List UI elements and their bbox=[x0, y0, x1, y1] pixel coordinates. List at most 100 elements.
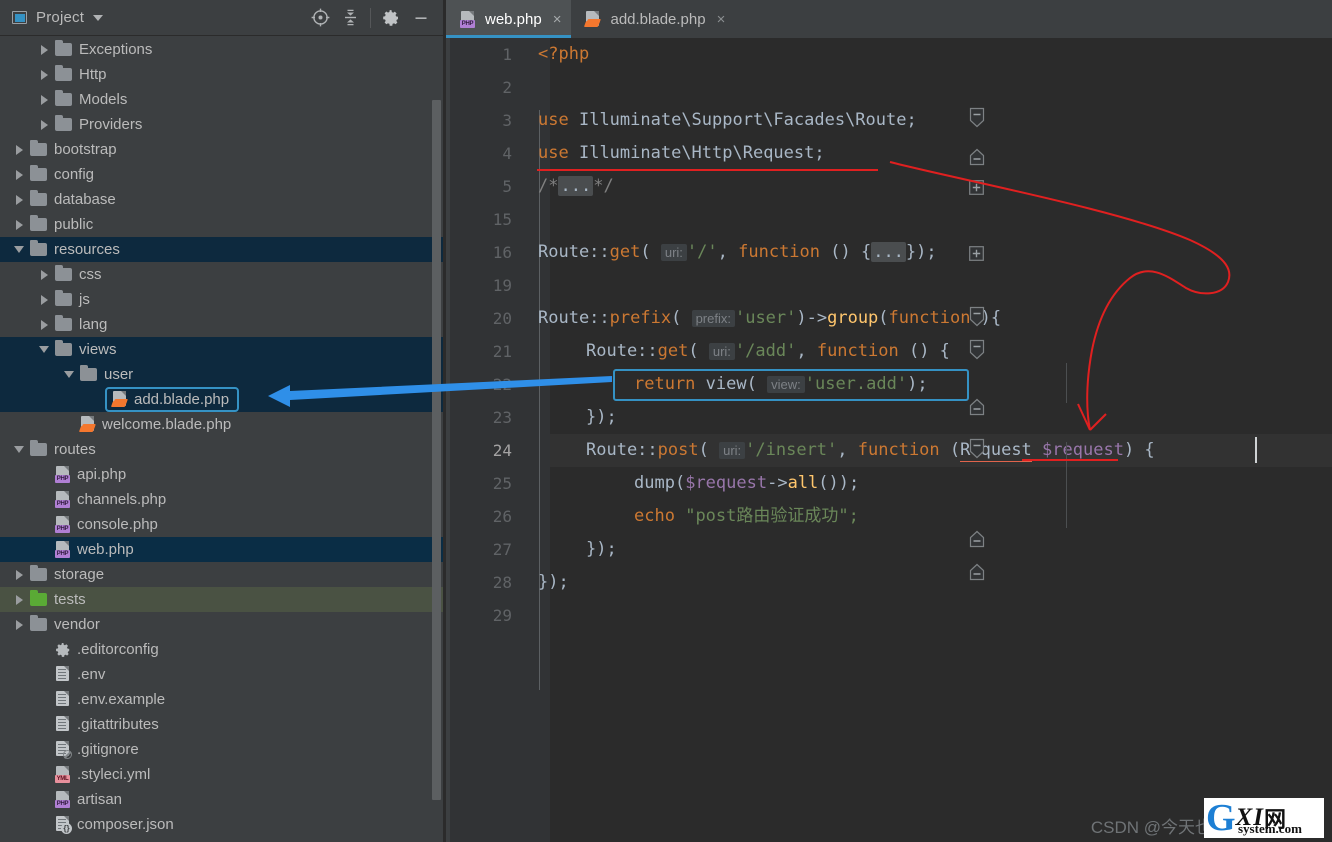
tree-item-env[interactable]: .env bbox=[0, 662, 446, 687]
tree-item-lang[interactable]: lang bbox=[0, 312, 446, 337]
chevron-down-icon[interactable] bbox=[93, 14, 104, 21]
project-title-group[interactable]: Project bbox=[0, 9, 104, 26]
tree-item-database[interactable]: database bbox=[0, 187, 446, 212]
code-line-16[interactable]: 16 Route::get( uri: '/', function () {...… bbox=[446, 236, 1332, 269]
code-line-2[interactable]: 2 bbox=[446, 71, 1332, 104]
code-line-23[interactable]: 23 }); bbox=[446, 401, 1332, 434]
code-line-15[interactable]: 15 bbox=[446, 203, 1332, 236]
tree-item-label: vendor bbox=[54, 616, 100, 633]
code-line-5[interactable]: 5 /*... */ bbox=[446, 170, 1332, 203]
tree-item-vendor[interactable]: vendor bbox=[0, 612, 446, 637]
fold-marker-collapse-line28[interactable] bbox=[969, 563, 985, 584]
text-file-icon bbox=[55, 716, 71, 733]
tree-item-views[interactable]: views bbox=[0, 337, 446, 362]
fold-marker-collapse-line24[interactable] bbox=[969, 438, 985, 459]
code-token-route: Route:: bbox=[586, 341, 658, 361]
tree-item-exceptions[interactable]: Exceptions bbox=[0, 37, 446, 62]
code-line-28[interactable]: 28 }); bbox=[446, 566, 1332, 599]
fold-marker-collapse-line27[interactable] bbox=[969, 530, 985, 551]
chevron-right-icon[interactable] bbox=[33, 269, 55, 280]
code-token-tail: ) { bbox=[1123, 440, 1155, 460]
editor-tab-add-blade-php[interactable]: add.blade.php × bbox=[571, 0, 735, 38]
project-tree-scrollbar[interactable] bbox=[432, 100, 441, 800]
tree-item-routes[interactable]: routes bbox=[0, 437, 446, 462]
chevron-right-icon[interactable] bbox=[33, 44, 55, 55]
editor-tab-web-php[interactable]: PHP web.php × bbox=[446, 0, 572, 38]
gitignore-file-icon bbox=[55, 741, 72, 759]
chevron-down-icon[interactable] bbox=[8, 446, 30, 453]
fold-marker-collapse-line3[interactable] bbox=[969, 107, 985, 128]
tree-item-css[interactable]: css bbox=[0, 262, 446, 287]
tree-item-console-php[interactable]: PHP console.php bbox=[0, 512, 446, 537]
tree-item-storage[interactable]: storage bbox=[0, 562, 446, 587]
chevron-right-icon[interactable] bbox=[33, 119, 55, 130]
chevron-down-icon[interactable] bbox=[33, 346, 55, 353]
chevron-right-icon[interactable] bbox=[8, 619, 30, 630]
tree-item-channels-php[interactable]: PHP channels.php bbox=[0, 487, 446, 512]
chevron-down-icon[interactable] bbox=[8, 246, 30, 253]
tree-item-tests[interactable]: tests bbox=[0, 587, 446, 612]
minimize-icon[interactable] bbox=[406, 3, 436, 33]
code-line-29[interactable]: 29 bbox=[446, 599, 1332, 632]
tree-item-user[interactable]: user bbox=[0, 362, 446, 387]
locate-target-icon[interactable] bbox=[305, 3, 335, 33]
code-line-21[interactable]: 21 Route::get( uri: '/add', function () { bbox=[446, 335, 1332, 368]
tree-item-public[interactable]: public bbox=[0, 212, 446, 237]
fold-marker-collapse-line23[interactable] bbox=[969, 398, 985, 419]
code-token-namespace-request: Illuminate\Http\Request; bbox=[578, 143, 825, 163]
chevron-right-icon[interactable] bbox=[8, 594, 30, 605]
tree-item-config[interactable]: config bbox=[0, 162, 446, 187]
code-line-4[interactable]: 4 use Illuminate\Http\Request; bbox=[446, 137, 1332, 170]
code-line-3[interactable]: 3 use Illuminate\Support\Facades\Route; bbox=[446, 104, 1332, 137]
tree-item-editorconfig[interactable]: .editorconfig bbox=[0, 637, 446, 662]
tree-item-js[interactable]: js bbox=[0, 287, 446, 312]
code-editor[interactable]: 1 <?php 2 3 use Illuminate\Support\Facad… bbox=[446, 38, 1332, 842]
chevron-right-icon[interactable] bbox=[33, 69, 55, 80]
project-tree[interactable]: Exceptions Http Models Providers bootstrap co… bbox=[0, 37, 446, 842]
code-line-26[interactable]: 26 echo "post路由验证成功"; bbox=[446, 500, 1332, 533]
fold-marker-collapse-line4-end[interactable] bbox=[969, 148, 985, 169]
code-line-24[interactable]: 24 Route::post( uri: '/insert', function … bbox=[446, 434, 1332, 467]
chevron-right-icon[interactable] bbox=[8, 144, 30, 155]
chevron-down-icon[interactable] bbox=[58, 371, 80, 378]
chevron-right-icon[interactable] bbox=[8, 569, 30, 580]
collapse-all-icon[interactable] bbox=[335, 3, 365, 33]
fold-marker-expand-comment[interactable] bbox=[969, 180, 984, 195]
code-token-use: use bbox=[538, 110, 569, 130]
fold-marker-collapse-line20[interactable] bbox=[969, 306, 985, 327]
code-line-1[interactable]: 1 <?php bbox=[446, 38, 1332, 71]
code-line-19[interactable]: 19 bbox=[446, 269, 1332, 302]
fold-marker-expand-line16[interactable] bbox=[969, 246, 984, 261]
code-line-27[interactable]: 27 }); bbox=[446, 533, 1332, 566]
tree-item-env-example[interactable]: .env.example bbox=[0, 687, 446, 712]
chevron-right-icon[interactable] bbox=[33, 319, 55, 330]
chevron-right-icon[interactable] bbox=[8, 169, 30, 180]
code-line-25[interactable]: 25 dump($request->all()); bbox=[446, 467, 1332, 500]
tree-item-composer-json[interactable]: {} composer.json bbox=[0, 812, 446, 837]
tree-item-add-blade-php[interactable]: add.blade.php bbox=[0, 387, 446, 412]
chevron-right-icon[interactable] bbox=[33, 294, 55, 305]
tree-item-http[interactable]: Http bbox=[0, 62, 446, 87]
tree-item-bootstrap[interactable]: bootstrap bbox=[0, 137, 446, 162]
tree-item-api-php[interactable]: PHP api.php bbox=[0, 462, 446, 487]
tree-item-styleci-yml[interactable]: YML .styleci.yml bbox=[0, 762, 446, 787]
tree-item-gitattributes[interactable]: .gitattributes bbox=[0, 712, 446, 737]
chevron-right-icon[interactable] bbox=[8, 219, 30, 230]
tree-item-providers[interactable]: Providers bbox=[0, 112, 446, 137]
folded-body[interactable]: ... bbox=[871, 242, 906, 262]
code-line-20[interactable]: 20 Route::prefix( prefix:'user')->group(… bbox=[446, 302, 1332, 335]
tree-item-models[interactable]: Models bbox=[0, 87, 446, 112]
tree-item-welcome-blade-php[interactable]: welcome.blade.php bbox=[0, 412, 446, 437]
code-token-request-var: $request bbox=[685, 473, 768, 493]
close-icon[interactable]: × bbox=[717, 12, 726, 27]
fold-marker-collapse-line21[interactable] bbox=[969, 339, 985, 360]
tree-item-resources[interactable]: resources bbox=[0, 237, 446, 262]
toolbar-divider bbox=[370, 7, 371, 28]
close-icon[interactable]: × bbox=[553, 12, 562, 27]
chevron-right-icon[interactable] bbox=[33, 94, 55, 105]
tree-item-web-php[interactable]: PHP web.php bbox=[0, 537, 446, 562]
chevron-right-icon[interactable] bbox=[8, 194, 30, 205]
tree-item-artisan[interactable]: PHP artisan bbox=[0, 787, 446, 812]
tree-item-gitignore[interactable]: .gitignore bbox=[0, 737, 446, 762]
gear-icon[interactable] bbox=[376, 3, 406, 33]
